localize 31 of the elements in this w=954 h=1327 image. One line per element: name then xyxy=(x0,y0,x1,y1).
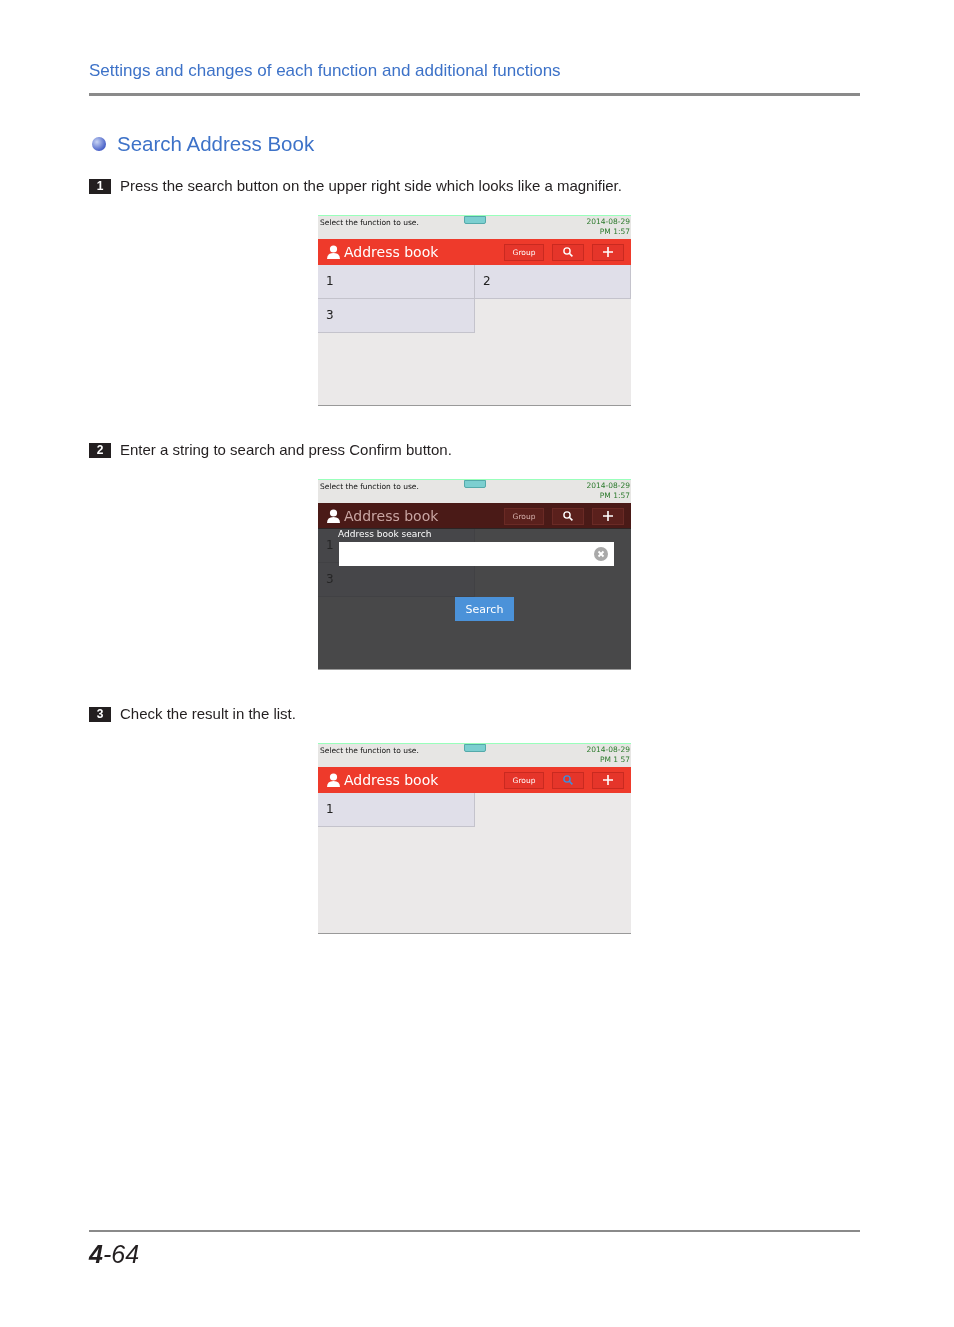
clear-icon[interactable] xyxy=(594,547,608,561)
plus-icon xyxy=(603,775,613,785)
contact-entry[interactable]: 1 xyxy=(318,793,475,827)
app-title: Address book xyxy=(344,772,439,788)
step-number: 3 xyxy=(89,706,111,722)
page-number: 4-64 xyxy=(89,1239,141,1269)
pull-down-handle[interactable] xyxy=(464,744,486,752)
step-number: 1 xyxy=(89,178,111,194)
section-title: Search Address Book xyxy=(117,131,315,157)
bullet-icon xyxy=(92,137,106,151)
plus-icon xyxy=(603,511,613,521)
step-number: 2 xyxy=(89,442,111,458)
contact-entry[interactable]: 3 xyxy=(318,299,475,333)
contact-entry[interactable]: 1 xyxy=(318,265,475,299)
app-title: Address book xyxy=(344,244,439,260)
person-icon xyxy=(327,245,340,259)
person-icon xyxy=(327,509,340,523)
search-button[interactable] xyxy=(552,507,584,525)
plus-icon xyxy=(603,247,613,257)
pull-down-handle[interactable] xyxy=(464,480,486,488)
search-input-field[interactable] xyxy=(339,542,614,566)
contact-entry[interactable]: 2 xyxy=(475,265,631,299)
step-instruction: Check the result in the list. xyxy=(120,705,296,723)
step-instruction: Enter a string to search and press Confirm button. xyxy=(120,441,452,459)
pull-down-handle[interactable] xyxy=(464,216,486,224)
dialog-title: Address book search xyxy=(338,529,432,540)
app-title: Address book xyxy=(344,508,439,524)
step-instruction: Press the search button on the upper right side which looks like a magnifier. xyxy=(120,177,622,195)
person-icon xyxy=(327,773,340,787)
running-header: Settings and changes of each function and additional functions xyxy=(89,61,562,81)
add-button[interactable] xyxy=(592,507,624,525)
